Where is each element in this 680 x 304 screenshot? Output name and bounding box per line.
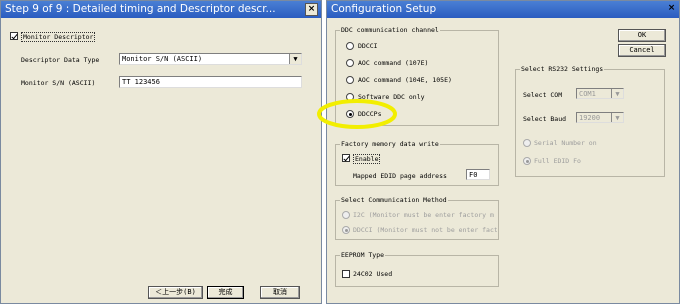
monitor-descriptor-label: Monitor Descriptor <box>21 32 96 42</box>
descriptor-type-label: Descriptor Data Type <box>21 56 100 64</box>
serial-input[interactable]: TT 123456 <box>119 76 302 88</box>
com-select[interactable]: COM1 ▼ <box>576 88 624 99</box>
eeprom-group: EEPROM Type 24C02 Used <box>335 251 499 287</box>
ddc-option-radio[interactable] <box>346 59 354 67</box>
baud-select[interactable]: 19200 ▼ <box>576 112 624 123</box>
chevron-down-icon[interactable]: ▼ <box>611 89 623 98</box>
config-title: Configuration Setup <box>331 3 437 15</box>
rs232-legend: Select RS232 Settings <box>520 65 605 73</box>
step9-title: Step 9 of 9 : Detailed timing and Descri… <box>5 3 276 15</box>
chevron-down-icon[interactable]: ▼ <box>611 113 623 122</box>
descriptor-type-value: Monitor S/N (ASCII) <box>122 55 203 63</box>
step9-titlebar: Step 9 of 9 : Detailed timing and Descri… <box>1 1 321 18</box>
ddc-option-radio[interactable] <box>346 76 354 84</box>
eeprom-legend: EEPROM Type <box>340 251 386 259</box>
i2c-radio[interactable] <box>342 211 350 219</box>
ddc-option-label: AOC command (107E) <box>358 59 429 67</box>
close-icon[interactable]: × <box>305 3 318 16</box>
factory-memory-group: Factory memory data write Enable Mapped … <box>335 140 499 186</box>
baud-value: 19200 <box>579 114 601 122</box>
com-label: Select COM <box>523 91 563 99</box>
address-input[interactable]: F0 <box>466 169 490 180</box>
monitor-descriptor-checkbox[interactable] <box>10 32 18 40</box>
ok-button[interactable]: OK <box>618 29 666 42</box>
highlight-ellipse-shape <box>317 99 397 129</box>
ddc-channel-legend: DDC communication channel <box>340 26 440 34</box>
eeprom-label: 24C02 Used <box>353 270 393 278</box>
baud-label: Select Baud <box>523 115 567 123</box>
ddc-option-radio[interactable] <box>346 42 354 50</box>
i2c-label: I2C (Monitor must be enter factory m <box>353 211 494 219</box>
comm-method-legend: Select Communication Method <box>340 196 448 204</box>
comm-method-group: Select Communication Method I2C (Monitor… <box>335 196 499 240</box>
serial-number-label: Serial Number on <box>534 139 597 147</box>
enable-checkbox[interactable] <box>342 154 350 162</box>
ddc-option-label: DDCCI <box>358 42 378 50</box>
serial-label: Monitor S/N (ASCII) <box>21 79 96 87</box>
descriptor-type-select[interactable]: Monitor S/N (ASCII) ▼ <box>119 53 302 65</box>
close-icon[interactable]: × <box>665 3 678 16</box>
ddc-option-label: AOC command (104E, 105E) <box>358 76 452 84</box>
config-setup-dialog: Configuration Setup × OK Cancel DDC comm… <box>317 0 680 304</box>
highlight-ellipse <box>317 99 397 129</box>
rs232-group: Select RS232 Settings Select COM COM1 ▼ … <box>515 65 665 177</box>
ddcci-radio[interactable] <box>342 226 350 234</box>
full-edid-label: Full EDID Fo <box>534 157 581 165</box>
serial-number-radio[interactable] <box>523 139 531 147</box>
finish-button[interactable]: 完成 <box>207 286 244 299</box>
eeprom-checkbox[interactable] <box>342 270 350 278</box>
full-edid-radio[interactable] <box>523 157 531 165</box>
step9-dialog: Step 9 of 9 : Detailed timing and Descri… <box>0 0 322 304</box>
cancel-button[interactable]: Cancel <box>618 44 666 57</box>
factory-memory-legend: Factory memory data write <box>340 140 440 148</box>
enable-label: Enable <box>353 154 381 164</box>
address-label: Mapped EDID page address <box>353 172 447 180</box>
cancel-button[interactable]: 取消 <box>260 286 300 299</box>
back-button[interactable]: ＜上一步(B) <box>148 286 203 299</box>
ddcci-label: DDCCI (Monitor must not be enter factor <box>353 226 497 234</box>
config-titlebar: Configuration Setup × <box>327 1 679 18</box>
com-value: COM1 <box>579 90 596 98</box>
chevron-down-icon[interactable]: ▼ <box>289 54 301 64</box>
